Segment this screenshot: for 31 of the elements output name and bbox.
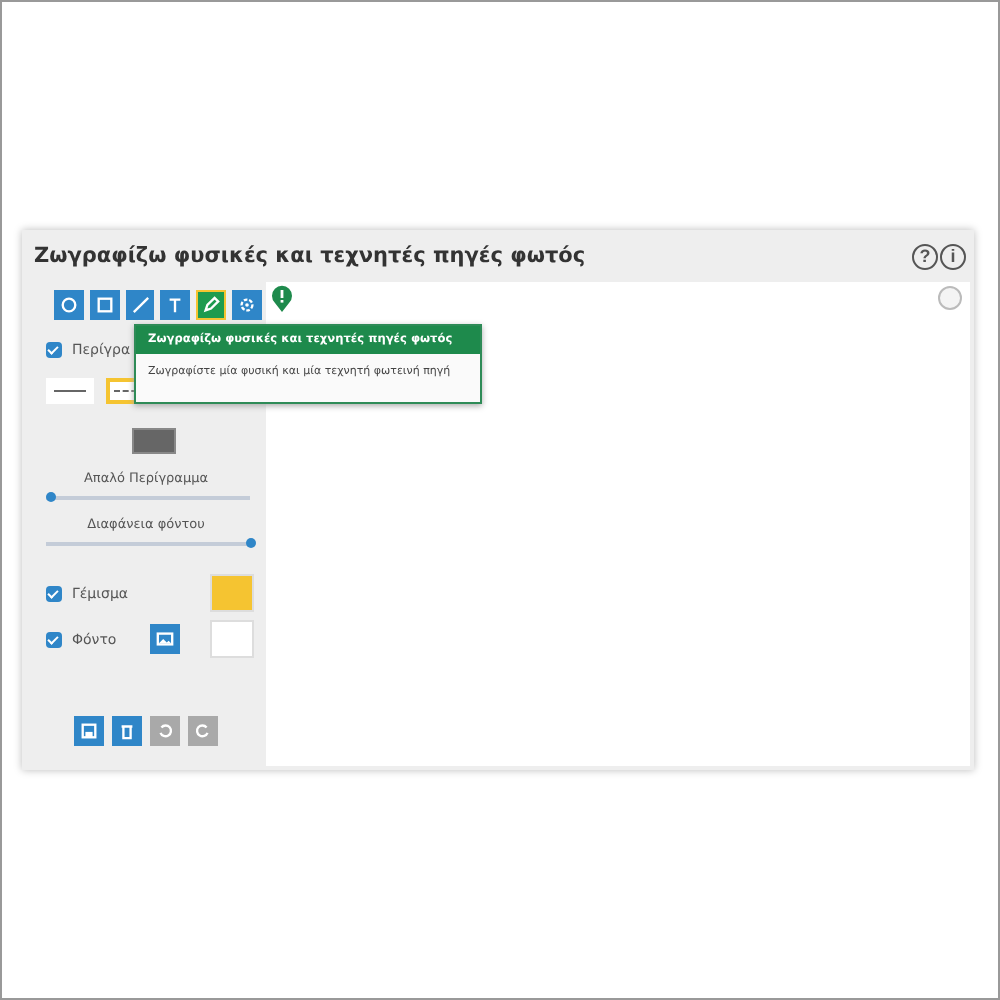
tool-button[interactable]: [125, 290, 155, 320]
redo-icon: [194, 722, 212, 740]
action-button[interactable]: [74, 716, 104, 746]
checkbox[interactable]: [46, 585, 62, 601]
line-icon: [131, 296, 150, 314]
help-button[interactable]: ?: [912, 243, 938, 269]
tool-button[interactable]: [89, 290, 120, 320]
text-icon: [166, 296, 185, 314]
save-icon: [80, 722, 98, 740]
square-icon: [95, 296, 114, 314]
circle-icon: [59, 296, 78, 314]
image-icon: [156, 630, 174, 648]
trash-icon: [118, 722, 136, 740]
circle-button[interactable]: [938, 286, 962, 310]
color-swatch[interactable]: [132, 428, 176, 454]
checkbox[interactable]: [46, 631, 62, 647]
slider-thumb[interactable]: [46, 492, 57, 502]
tool-button[interactable]: [196, 290, 227, 320]
pencil-icon: [202, 296, 221, 314]
undo-icon: [156, 722, 174, 740]
tool-button[interactable]: [54, 290, 84, 320]
tool-button[interactable]: [160, 290, 191, 320]
gear-icon: [238, 296, 257, 314]
action-button[interactable]: [112, 716, 142, 746]
slider-thumb[interactable]: [246, 538, 256, 548]
checkbox[interactable]: [46, 342, 62, 358]
tool-button[interactable]: [232, 290, 262, 320]
image-button[interactable]: [150, 624, 180, 654]
pin-icon: [270, 284, 294, 314]
info-button[interactable]: i: [940, 243, 966, 269]
panel-title: Ζωγραφίζω φυσικές και τεχνητές πηγές φωτός: [34, 244, 586, 268]
